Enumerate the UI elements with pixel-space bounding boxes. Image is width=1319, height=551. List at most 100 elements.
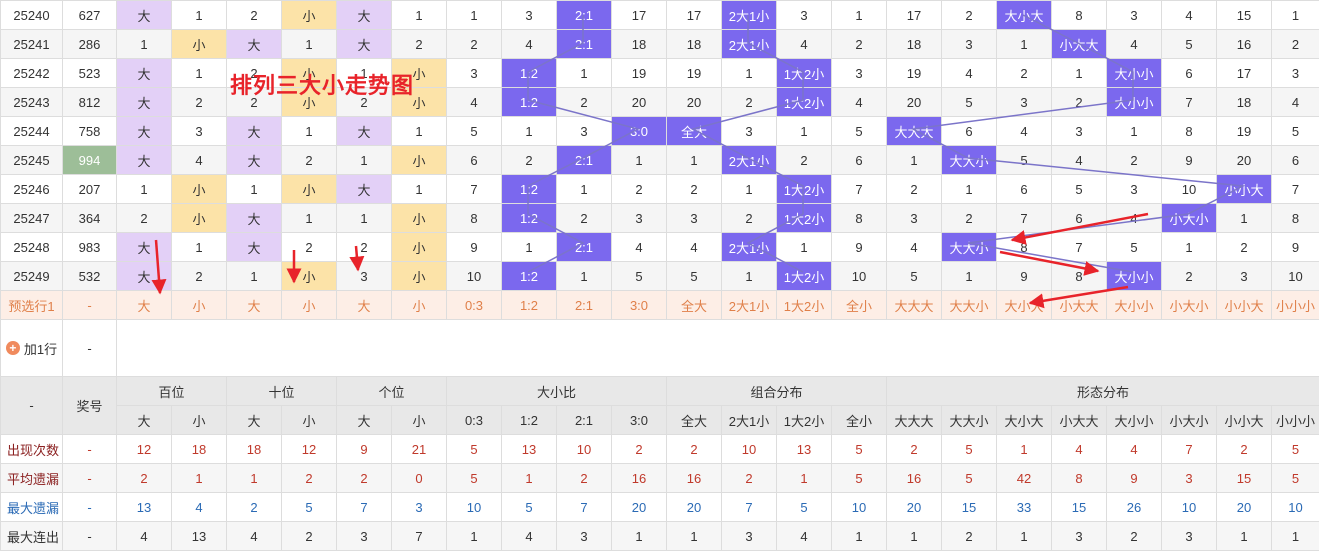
preselect-option[interactable]: 1大2小 <box>777 291 832 320</box>
trend-cell: 3 <box>1217 262 1272 291</box>
trend-cell: 小 <box>282 262 337 291</box>
trend-cell: 3 <box>172 117 227 146</box>
preselect-option[interactable]: 小 <box>282 291 337 320</box>
trend-cell: 4 <box>777 30 832 59</box>
trend-cell: 大 <box>337 1 392 30</box>
preselect-option[interactable]: 大 <box>337 291 392 320</box>
preselect-option[interactable]: 大 <box>117 291 172 320</box>
preselect-option[interactable]: 全大 <box>667 291 722 320</box>
trend-cell: 5 <box>447 117 502 146</box>
trend-cell: 6 <box>1052 204 1107 233</box>
stat-value: 2 <box>282 464 337 493</box>
number-cell: 532 <box>63 262 117 291</box>
preselect-option[interactable]: 3:0 <box>612 291 667 320</box>
stat-value: 15 <box>1052 493 1107 522</box>
header-sub-label: 大 <box>227 406 282 435</box>
trend-cell: 4 <box>832 88 887 117</box>
trend-cell: 2:1 <box>557 146 612 175</box>
stat-value: 10 <box>447 493 502 522</box>
draw-row: 252473642小大11小81:223321大2小832764小大小18 <box>1 204 1319 233</box>
trend-cell: 2 <box>337 233 392 262</box>
preselect-option[interactable]: 小大大 <box>1052 291 1107 320</box>
stat-value: 5 <box>1272 464 1319 493</box>
trend-cell: 18 <box>887 30 942 59</box>
stat-value: 4 <box>227 522 282 551</box>
trend-cell: 2 <box>557 88 612 117</box>
trend-cell: 大大大 <box>887 117 942 146</box>
trend-cell: 4 <box>1107 204 1162 233</box>
stat-dash: - <box>63 464 117 493</box>
stat-value: 10 <box>1272 493 1319 522</box>
trend-cell: 1 <box>777 117 832 146</box>
trend-cell: 1:2 <box>502 175 557 204</box>
preselect-option[interactable]: 0:3 <box>447 291 502 320</box>
number-cell: 207 <box>63 175 117 204</box>
preselect-option[interactable]: 1:2 <box>502 291 557 320</box>
trend-cell: 大 <box>227 233 282 262</box>
number-cell: 286 <box>63 30 117 59</box>
trend-cell: 2 <box>722 204 777 233</box>
preselect-option[interactable]: 小 <box>172 291 227 320</box>
trend-cell: 3 <box>777 1 832 30</box>
preselect-option[interactable]: 大小大 <box>997 291 1052 320</box>
trend-cell: 1大2小 <box>777 175 832 204</box>
header-group-hundreds: 百位 <box>117 377 227 406</box>
stat-label: 平均遗漏 <box>1 464 63 493</box>
trend-cell: 6 <box>832 146 887 175</box>
preselect-option[interactable]: 全小 <box>832 291 887 320</box>
preselect-row[interactable]: 预选行1 - 大小大小大小0:31:22:13:0全大2大1小1大2小全小大大大… <box>1 291 1319 320</box>
trend-cell: 小 <box>282 175 337 204</box>
trend-cell: 19 <box>1217 117 1272 146</box>
stat-value: 20 <box>887 493 942 522</box>
preselect-option[interactable]: 大大大 <box>887 291 942 320</box>
trend-cell: 8 <box>1052 1 1107 30</box>
preselect-option[interactable]: 大小小 <box>1107 291 1162 320</box>
preselect-option[interactable]: 小小小 <box>1272 291 1319 320</box>
trend-cell: 19 <box>667 59 722 88</box>
preselect-option[interactable]: 大 <box>227 291 282 320</box>
trend-cell: 2 <box>722 88 777 117</box>
trend-cell: 7 <box>1272 175 1319 204</box>
trend-cell: 3 <box>447 59 502 88</box>
stat-value: 2 <box>337 464 392 493</box>
trend-cell: 大小小 <box>1107 59 1162 88</box>
stat-row: 最大连出-41342371431134112132311 <box>1 522 1319 551</box>
draw-rows: 25240627大12小大1132:117172大1小31172大小大83415… <box>1 1 1319 291</box>
stat-value: 13 <box>117 493 172 522</box>
stat-value: 1 <box>612 522 667 551</box>
number-cell: 627 <box>63 1 117 30</box>
trend-cell: 小大大 <box>1052 30 1107 59</box>
trend-cell: 1 <box>337 146 392 175</box>
stat-value: 2 <box>227 493 282 522</box>
preselect-option[interactable]: 小大小 <box>1162 291 1217 320</box>
header-sub-label: 大小大 <box>997 406 1052 435</box>
period-cell: 25243 <box>1 88 63 117</box>
trend-cell: 4 <box>1272 88 1319 117</box>
trend-cell: 1 <box>172 59 227 88</box>
trend-cell: 大大小 <box>942 233 997 262</box>
preselect-option[interactable]: 小小大 <box>1217 291 1272 320</box>
add-row-button[interactable]: +加1行 <box>1 320 63 377</box>
stat-value: 16 <box>887 464 942 493</box>
trend-cell: 9 <box>1162 146 1217 175</box>
preselect-option[interactable]: 小 <box>392 291 447 320</box>
trend-cell: 6 <box>1272 146 1319 175</box>
trend-cell: 4 <box>1107 30 1162 59</box>
stat-value: 5 <box>1272 435 1319 464</box>
stat-value: 4 <box>117 522 172 551</box>
stat-value: 5 <box>447 464 502 493</box>
draw-row: 25242523大12小1小31:21191911大2小319421大小小617… <box>1 59 1319 88</box>
trend-cell: 20 <box>1217 146 1272 175</box>
stat-dash: - <box>63 493 117 522</box>
preselect-option[interactable]: 2大1小 <box>722 291 777 320</box>
preselect-option[interactable]: 大大小 <box>942 291 997 320</box>
trend-cell: 大小小 <box>1107 262 1162 291</box>
header-sub-label: 1大2小 <box>777 406 832 435</box>
trend-cell: 4 <box>942 59 997 88</box>
trend-cell: 1大2小 <box>777 59 832 88</box>
stat-row: 最大遗漏-13425731057202075102015331526102010 <box>1 493 1319 522</box>
preselect-option[interactable]: 2:1 <box>557 291 612 320</box>
trend-cell: 大 <box>337 30 392 59</box>
trend-cell: 5 <box>1272 117 1319 146</box>
trend-cell: 18 <box>667 30 722 59</box>
